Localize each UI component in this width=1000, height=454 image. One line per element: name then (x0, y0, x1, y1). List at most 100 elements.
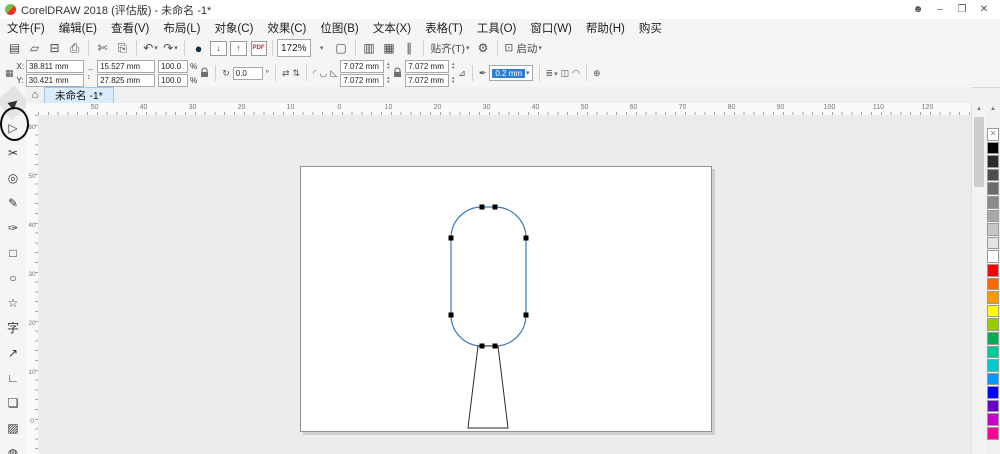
color-swatch[interactable] (987, 332, 999, 345)
color-swatch[interactable] (987, 169, 999, 182)
menu-item[interactable]: 查看(V) (104, 20, 156, 36)
account-icon[interactable]: ☻ (907, 1, 929, 19)
menu-item[interactable]: 布局(L) (156, 20, 207, 36)
corner-radius-br-field[interactable]: 7.072 mm (405, 74, 449, 87)
node-handle[interactable] (480, 205, 485, 210)
color-swatch[interactable] (987, 427, 999, 440)
menu-item[interactable]: 表格(T) (418, 20, 470, 36)
open-button[interactable]: ▱ (25, 39, 44, 58)
trapezoid-handle-shape[interactable] (468, 346, 508, 428)
color-swatch[interactable] (987, 155, 999, 168)
zoom-tool[interactable]: ◎ (1, 165, 25, 190)
outline-width-select[interactable]: 0.2 mm ▾ (489, 65, 532, 81)
y-position-field[interactable]: 30.421 mm (26, 74, 84, 87)
show-grid-button[interactable]: ▦ (380, 39, 399, 58)
corner-radius-tl-field[interactable]: 7.072 mm (340, 60, 384, 73)
launch-button[interactable]: ⊡启动▾ (502, 39, 545, 58)
restore-button[interactable]: ❐ (951, 1, 973, 19)
color-swatch[interactable] (987, 359, 999, 372)
menu-item[interactable]: 帮助(H) (579, 20, 632, 36)
show-rulers-button[interactable]: ▥ (360, 39, 379, 58)
node-handle[interactable] (449, 236, 454, 241)
x-position-field[interactable]: 38.811 mm (26, 60, 84, 73)
search-content-icon[interactable]: ● (189, 39, 208, 58)
save-button[interactable]: ⊟ (45, 39, 64, 58)
publish-pdf-button[interactable]: PDF (249, 39, 268, 58)
home-icon[interactable]: ⌂ (26, 89, 44, 101)
text-tool[interactable]: 字 (1, 315, 25, 340)
color-swatch[interactable] (987, 210, 999, 223)
add-preset-button[interactable]: ⊕ (593, 68, 601, 79)
color-swatch[interactable] (987, 386, 999, 399)
spinner[interactable]: ▲▼ (451, 62, 455, 70)
color-swatch[interactable] (987, 142, 999, 155)
mirror-horizontal-button[interactable]: ⇄ (282, 68, 290, 79)
undo-button[interactable]: ↶▾ (141, 39, 160, 58)
color-swatch[interactable] (987, 305, 999, 318)
color-swatch[interactable] (987, 278, 999, 291)
zoom-level-select[interactable]: 172% (277, 39, 311, 57)
artistic-media-tool[interactable]: ✑ (1, 215, 25, 240)
corner-radius-tr-field[interactable]: 7.072 mm (405, 60, 449, 73)
polygon-tool[interactable]: ☆ (1, 290, 25, 315)
color-swatch[interactable] (987, 413, 999, 426)
node-handle[interactable] (480, 344, 485, 349)
menu-item[interactable]: 位图(B) (313, 20, 365, 36)
paste-button[interactable]: ⎘ (113, 39, 132, 58)
color-swatch[interactable] (987, 196, 999, 209)
outline-position-button[interactable]: ◫ (561, 68, 570, 79)
lock-corners-icon[interactable] (393, 67, 402, 80)
lock-ratio-icon[interactable] (200, 67, 209, 80)
menu-item[interactable]: 效果(C) (260, 20, 313, 36)
drawing-area[interactable] (38, 115, 972, 454)
options-gear-icon[interactable]: ⚙ (474, 39, 493, 58)
round-corner-button[interactable]: ◜ (313, 68, 317, 79)
chamfered-corner-button[interactable]: ◺ (330, 68, 337, 79)
crop-tool[interactable]: ✂ (1, 140, 25, 165)
drop-shadow-tool[interactable]: ❏ (1, 390, 25, 415)
scroll-up-icon[interactable]: ▲ (972, 103, 986, 115)
interactive-fill-tool[interactable]: ◍ (1, 440, 25, 454)
ellipse-tool[interactable]: ○ (1, 265, 25, 290)
spinner[interactable]: ▲▼ (451, 76, 455, 84)
origin-selector-icon[interactable]: ▦ (5, 68, 14, 79)
print-button[interactable]: ⎙ (65, 39, 84, 58)
mirror-vertical-button[interactable]: ⇅ (293, 68, 301, 79)
vertical-scrollbar[interactable]: ▲ (971, 103, 986, 454)
rectangle-tool[interactable]: □ (1, 240, 25, 265)
menu-item[interactable]: 文本(X) (366, 20, 418, 36)
corner-radius-bl-field[interactable]: 7.072 mm (340, 74, 384, 87)
color-swatch[interactable]: ✕ (987, 128, 999, 141)
menu-item[interactable]: 工具(O) (470, 20, 524, 36)
scrollbar-thumb[interactable] (974, 117, 984, 187)
scalloped-corner-button[interactable]: ◡ (320, 68, 328, 79)
spinner[interactable]: ▲▼ (386, 76, 390, 84)
close-button[interactable]: ✕ (973, 1, 995, 19)
import-button[interactable]: ↓ (209, 39, 228, 58)
fullscreen-preview-button[interactable]: ▢ (332, 39, 351, 58)
minimize-button[interactable]: – (929, 1, 951, 19)
spinner[interactable]: ▲▼ (386, 62, 390, 70)
color-swatch[interactable] (987, 237, 999, 250)
connector-tool[interactable]: ∟ (1, 365, 25, 390)
dimension-tool[interactable]: ↗ (1, 340, 25, 365)
node-handle[interactable] (524, 313, 529, 318)
freehand-tool[interactable]: ✎ (1, 190, 25, 215)
color-swatch[interactable] (987, 373, 999, 386)
snap-to-button[interactable]: 贴齐(T)▾ (428, 39, 473, 58)
new-document-button[interactable]: ▤ (5, 39, 24, 58)
menu-item[interactable]: 对象(C) (207, 20, 260, 36)
node-handle[interactable] (524, 236, 529, 241)
scale-width-field[interactable]: 100.0 (158, 60, 188, 73)
document-tab[interactable]: 未命名 -1* (44, 87, 114, 103)
menu-item[interactable]: 购买 (632, 20, 669, 36)
rotation-angle-field[interactable]: 0.0 (233, 67, 263, 80)
menu-item[interactable]: 窗口(W) (523, 20, 579, 36)
color-swatch[interactable] (987, 250, 999, 263)
relative-corner-scaling-button[interactable]: ⊿ (458, 68, 466, 79)
scale-height-field[interactable]: 100.0 (158, 74, 188, 87)
color-swatch[interactable] (987, 400, 999, 413)
color-swatch[interactable] (987, 264, 999, 277)
color-swatch[interactable] (987, 346, 999, 359)
object-height-field[interactable]: 27.825 mm (97, 74, 155, 87)
